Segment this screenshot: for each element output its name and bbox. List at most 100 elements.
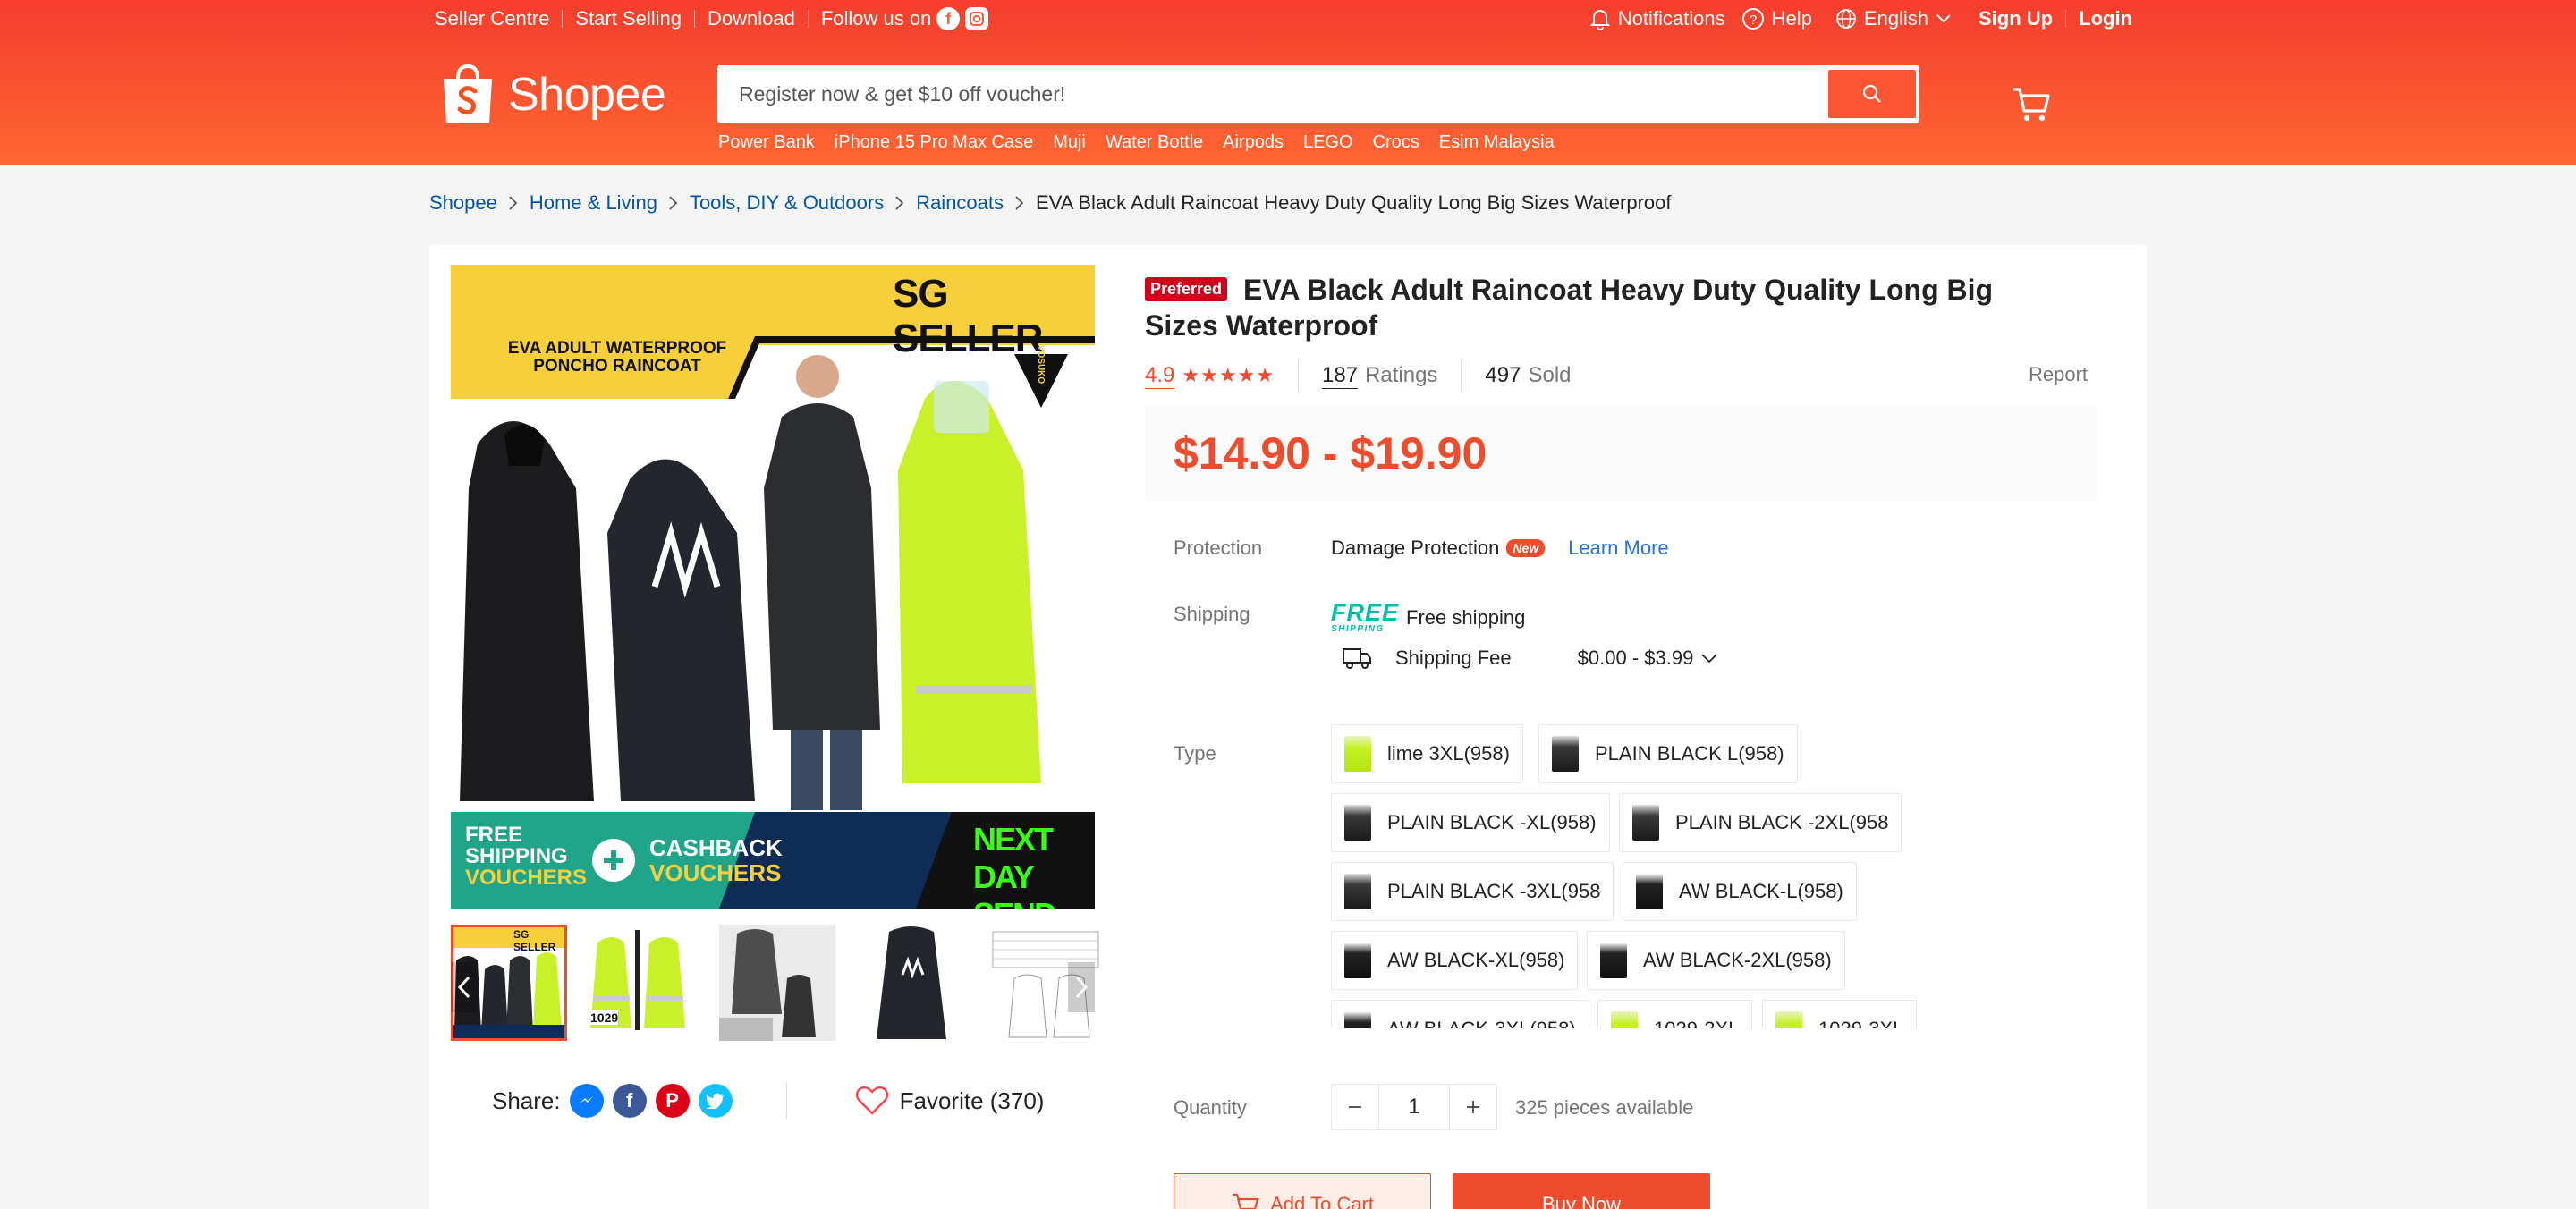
breadcrumb-link[interactable]: Shopee [429, 191, 497, 215]
suggestion-link[interactable]: LEGO [1303, 132, 1353, 153]
increase-button[interactable] [1450, 1085, 1496, 1129]
variant-thumb [1344, 736, 1371, 772]
pinterest-icon[interactable]: P [655, 1084, 690, 1118]
notifications-link[interactable]: Notifications [1589, 7, 1725, 30]
divider [1298, 359, 1299, 392]
quantity-input[interactable]: 1 [1378, 1085, 1450, 1129]
variant-thumb [1552, 736, 1579, 772]
suggestion-link[interactable]: Airpods [1223, 132, 1284, 153]
breadcrumb-link[interactable]: Raincoats [916, 191, 1004, 215]
variant-option[interactable]: 1029-2XL [1597, 1000, 1753, 1028]
variant-option[interactable]: PLAIN BLACK L(958) [1538, 724, 1798, 783]
banner-free-shipping: FREE SHIPPING VOUCHERS [465, 823, 588, 890]
variant-option[interactable]: AW BLACK-XL(958) [1331, 931, 1579, 990]
shopee-logo[interactable]: Shopee [440, 63, 666, 127]
bell-icon [1589, 10, 1611, 30]
shopping-bag-logo-icon [444, 63, 492, 123]
divider [807, 10, 809, 28]
sold-count: 497 [1485, 363, 1521, 387]
suggestion-link[interactable]: Esim Malaysia [1439, 132, 1555, 153]
start-selling-link[interactable]: Start Selling [575, 7, 682, 30]
variant-option[interactable]: PLAIN BLACK -3XL(958 [1331, 862, 1614, 921]
favorite-button[interactable]: Favorite (370) [855, 1086, 1044, 1116]
variant-thumb [1600, 943, 1627, 978]
report-link[interactable]: Report [2029, 363, 2088, 386]
share-label: Share: [492, 1086, 561, 1114]
suggestion-link[interactable]: iPhone 15 Pro Max Case [835, 132, 1033, 153]
product-main-image[interactable]: SG SELLER EVA ADULT WATERPROOF PONCHO RAI… [451, 265, 1095, 909]
chevron-right-icon [894, 195, 905, 211]
divider [562, 10, 564, 28]
suggestion-link[interactable]: Water Bottle [1106, 132, 1203, 153]
ratings-label: Ratings [1365, 363, 1438, 387]
facebook-share-icon[interactable]: f [612, 1084, 647, 1118]
thumbnail-prev-button[interactable] [451, 962, 478, 1012]
ratings-count[interactable]: 187 [1322, 363, 1359, 389]
add-to-cart-button[interactable]: Add To Cart [1174, 1173, 1431, 1209]
variant-option[interactable]: AW BLACK-L(958) [1623, 862, 1857, 921]
help-icon: ? [1741, 8, 1764, 30]
variant-option[interactable]: lime 3XL(958) [1331, 724, 1523, 783]
banner-cashback: CASHBACK VOUCHERS [649, 834, 783, 886]
messenger-icon[interactable] [569, 1084, 604, 1118]
learn-more-link[interactable]: Learn More [1568, 537, 1669, 560]
quantity-stepper: 1 [1331, 1084, 1497, 1130]
chevron-right-icon [1014, 195, 1025, 211]
variant-thumb [1344, 874, 1371, 909]
thumbnail[interactable] [853, 925, 970, 1041]
image-banner-text: SG SELLER [893, 272, 1044, 360]
login-link[interactable]: Login [2079, 7, 2132, 30]
variant-option[interactable]: AW BLACK-2XL(958) [1587, 931, 1845, 990]
svg-text:?: ? [1749, 13, 1756, 28]
free-shipping-logo: FREE SHIPPING [1331, 599, 1400, 634]
facebook-icon[interactable]: f [936, 7, 961, 30]
search-input[interactable] [721, 69, 1828, 119]
search-button[interactable] [1828, 70, 1916, 118]
instagram-icon[interactable] [965, 7, 989, 30]
buy-now-button[interactable]: Buy Now [1453, 1173, 1710, 1209]
logo-text: Shopee [508, 69, 666, 121]
sold-label: Sold [1528, 363, 1572, 387]
image-banner-subtitle: EVA ADULT WATERPROOF PONCHO RAINCOAT [507, 339, 727, 376]
search-icon [1862, 84, 1881, 103]
variant-option[interactable]: AW BLACK-3XL(958) [1331, 1000, 1589, 1028]
price: $14.90 - $19.90 [1174, 428, 1487, 478]
rating-value[interactable]: 4.9 [1145, 363, 1175, 389]
twitter-icon[interactable] [698, 1084, 733, 1118]
breadcrumb: Shopee Home & Living Tools, DIY & Outdoo… [429, 191, 1672, 215]
decrease-button[interactable] [1332, 1085, 1378, 1129]
share-row: Share: f P Favorite (370) [451, 1078, 1095, 1123]
thumbnail-label: 1029 [590, 1010, 619, 1025]
signup-link[interactable]: Sign Up [1979, 7, 2053, 30]
download-link[interactable]: Download [708, 7, 795, 30]
shipping-label: Shipping [1174, 603, 1250, 625]
breadcrumb-link[interactable]: Tools, DIY & Outdoors [690, 191, 884, 215]
divider [694, 10, 696, 28]
cart-icon[interactable] [2011, 84, 2052, 125]
variant-option[interactable]: PLAIN BLACK -XL(958) [1331, 793, 1610, 852]
product-stats: 4.9 ★★★★★ 187 Ratings 497 Sold [1145, 359, 1572, 392]
variant-option[interactable]: 1029-3XL [1762, 1000, 1918, 1028]
thumbnail[interactable]: 1029 [585, 925, 701, 1041]
seller-centre-link[interactable]: Seller Centre [435, 7, 549, 30]
help-link[interactable]: ? Help [1741, 7, 1812, 30]
breadcrumb-link[interactable]: Home & Living [530, 191, 657, 215]
suggestion-link[interactable]: Muji [1053, 132, 1086, 153]
language-selector[interactable]: English [1835, 7, 1952, 30]
protection-label: Protection [1174, 537, 1263, 559]
thumbnail[interactable] [719, 925, 835, 1041]
suggestion-link[interactable]: Power Bank [718, 132, 815, 153]
suggestion-link[interactable]: Crocs [1373, 132, 1419, 153]
variant-option[interactable]: PLAIN BLACK -2XL(958 [1619, 793, 1902, 852]
minus-icon [1349, 1106, 1361, 1108]
site-header: Seller Centre Start Selling Download Fol… [0, 0, 2576, 165]
type-label: Type [1174, 742, 1216, 765]
heart-icon [855, 1086, 888, 1115]
shipping-fee-dropdown[interactable]: $0.00 - $3.99 [1578, 647, 1719, 670]
free-shipping-row: FREE SHIPPING Free shipping [1331, 601, 1525, 634]
thumbnail-next-button[interactable] [1068, 962, 1095, 1012]
chevron-left-icon [457, 976, 470, 999]
globe-icon [1835, 9, 1856, 29]
free-shipping-text: Free shipping [1406, 605, 1526, 629]
truck-icon [1343, 648, 1371, 669]
